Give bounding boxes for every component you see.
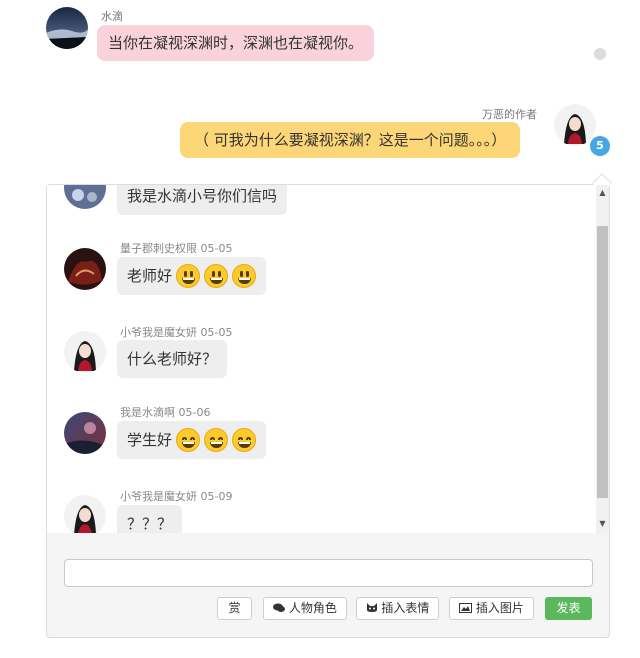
scrollbar-thumb[interactable] [597, 226, 608, 498]
comment-input[interactable] [64, 559, 593, 587]
insert-image-button[interactable]: 插入图片 [449, 597, 534, 620]
sender-meta: 我是水滴啊 05-06 [120, 404, 210, 420]
scroll-down-icon[interactable]: ▼ [596, 517, 609, 531]
message-text: ？？？ [127, 515, 173, 533]
message-bubble: （ 可我为什么要凝视深渊？这是一个问题。。。） [180, 122, 521, 158]
message-date: 05-06 [178, 406, 211, 419]
message-list[interactable]: 我是水滴小号你们信吗 量子郡刺史权限 05-05 老师好 小爷我是魔女妍 05-… [47, 185, 596, 533]
grinning-emoji-icon [176, 264, 201, 288]
user-avatar[interactable] [64, 185, 106, 209]
sender-name: 小爷我是魔女妍 [120, 490, 197, 503]
message-date: 05-09 [200, 490, 233, 503]
chat-bubbles-icon [273, 601, 289, 615]
reward-button[interactable]: 赏 [217, 597, 252, 620]
notification-badge: 5 [590, 136, 610, 156]
top-conversation: 水滴 当你在凝视深渊时，深渊也在凝视你。 万恶的作者 （ 可我为什么要凝视深渊？… [0, 0, 640, 176]
sender-name: 水滴 [101, 10, 123, 23]
sender-meta: 小爷我是魔女妍 05-09 [120, 488, 232, 504]
grinning-emoji-icon [232, 264, 257, 288]
sender-meta: 小爷我是魔女妍 05-05 [120, 324, 232, 340]
grinning-emoji-icon [204, 264, 229, 288]
insert-emoji-button[interactable]: 插入表情 [356, 597, 439, 620]
message-bubble: 什么老师好？ [117, 340, 228, 378]
message-text: 我是水滴小号你们信吗 [127, 187, 278, 205]
message-bubble: 老师好 [117, 257, 267, 295]
image-label: 插入图片 [475, 601, 524, 615]
author-avatar[interactable] [554, 104, 596, 146]
beaming-emoji-icon [232, 428, 257, 452]
message-bubble: ？？？ [117, 505, 183, 533]
sender-name: 量子郡刺史权限 [120, 242, 197, 255]
status-dot-icon [594, 48, 606, 60]
user-avatar[interactable] [64, 331, 106, 373]
user-avatar[interactable] [46, 7, 88, 49]
sender-meta: 量子郡刺史权限 05-05 [120, 240, 232, 256]
image-icon [459, 601, 476, 615]
submit-button[interactable]: 发表 [545, 597, 592, 620]
message-bubble: 我是水滴小号你们信吗 [117, 185, 288, 215]
message-date: 05-05 [200, 326, 233, 339]
user-avatar[interactable] [64, 495, 106, 533]
user-avatar[interactable] [64, 412, 106, 454]
reward-label: 赏 [228, 601, 241, 615]
sender-name: 我是水滴啊 [120, 406, 175, 419]
message-bubble: 当你在凝视深渊时，深渊也在凝视你。 [97, 25, 375, 61]
sender-name: 小爷我是魔女妍 [120, 326, 197, 339]
message-text: 老师好 [127, 267, 173, 285]
submit-label: 发表 [556, 601, 581, 615]
user-avatar[interactable] [64, 248, 106, 290]
beaming-emoji-icon [204, 428, 229, 452]
role-label: 人物角色 [288, 601, 337, 615]
message-text: 什么老师好？ [127, 350, 218, 368]
scroll-up-icon[interactable]: ▲ [596, 186, 609, 200]
message-bubble: 学生好 [117, 421, 267, 459]
emoji-label: 插入表情 [381, 601, 430, 615]
cat-face-icon [366, 601, 382, 615]
sender-name: 万恶的作者 [482, 108, 537, 121]
message-text: 学生好 [127, 431, 173, 449]
role-button[interactable]: 人物角色 [263, 597, 347, 620]
beaming-emoji-icon [176, 428, 201, 452]
message-date: 05-05 [200, 242, 233, 255]
